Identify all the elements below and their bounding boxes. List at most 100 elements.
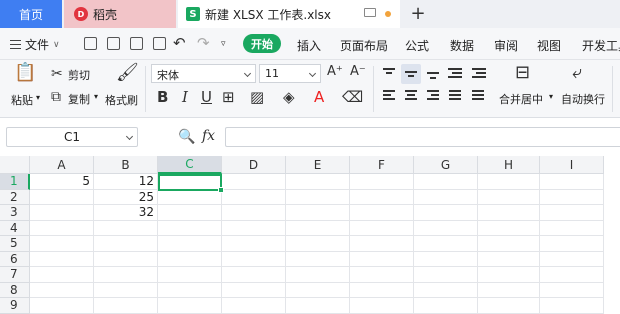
menu-start[interactable]: 开始 [243, 34, 281, 53]
cell-B1[interactable]: 12 [94, 174, 158, 190]
row-header-7[interactable]: 7 [0, 267, 30, 283]
eraser-icon[interactable]: ⌫ [342, 90, 363, 105]
column-header-D[interactable]: D [222, 156, 286, 174]
cell-H4[interactable] [478, 220, 540, 236]
cell-A6[interactable] [30, 251, 94, 267]
cell-C5[interactable] [158, 236, 222, 252]
row-header-9[interactable]: 9 [0, 298, 30, 314]
row-header-3[interactable]: 3 [0, 205, 30, 221]
monitor-icon[interactable] [364, 8, 376, 17]
cell-F3[interactable] [350, 205, 414, 221]
cell-A1[interactable]: 5 [30, 174, 94, 190]
cell-style-icon[interactable]: ▨ [250, 90, 264, 105]
row-header-4[interactable]: 4 [0, 220, 30, 236]
cell-E8[interactable] [286, 282, 350, 298]
cell-F1[interactable] [350, 174, 414, 190]
cell-G1[interactable] [414, 174, 478, 190]
copy-dropdown-icon[interactable]: ▾ [94, 92, 98, 101]
cell-I1[interactable] [540, 174, 604, 190]
format-painter-icon[interactable]: 🖌 [116, 64, 139, 82]
fx-icon[interactable]: fx [202, 129, 215, 143]
cell-I8[interactable] [540, 282, 604, 298]
cell-B4[interactable] [94, 220, 158, 236]
cell-I6[interactable] [540, 251, 604, 267]
export-pdf-icon[interactable] [107, 37, 120, 50]
cell-D5[interactable] [222, 236, 286, 252]
cell-A4[interactable] [30, 220, 94, 236]
cell-F4[interactable] [350, 220, 414, 236]
cell-H9[interactable] [478, 298, 540, 314]
cell-A3[interactable] [30, 205, 94, 221]
cell-B3[interactable]: 32 [94, 205, 158, 221]
more-chevron-icon[interactable]: ▿ [221, 37, 226, 51]
cell-C2[interactable] [158, 189, 222, 205]
merge-center-icon[interactable]: ⊟ [515, 64, 530, 82]
cell-E4[interactable] [286, 220, 350, 236]
cell-G2[interactable] [414, 189, 478, 205]
cell-F5[interactable] [350, 236, 414, 252]
column-header-E[interactable]: E [286, 156, 350, 174]
scissors-icon[interactable]: ✂ [51, 67, 63, 81]
menu-developer[interactable]: 开发工具 [582, 37, 620, 54]
cell-E3[interactable] [286, 205, 350, 221]
italic-icon[interactable]: I [182, 90, 188, 105]
cell-I7[interactable] [540, 267, 604, 283]
row-header-6[interactable]: 6 [0, 251, 30, 267]
cell-I2[interactable] [540, 189, 604, 205]
cell-E9[interactable] [286, 298, 350, 314]
tab-daoke[interactable]: D 稻壳 [64, 0, 176, 28]
column-header-G[interactable]: G [414, 156, 478, 174]
cell-E5[interactable] [286, 236, 350, 252]
font-name-select[interactable]: 宋体 [151, 64, 256, 83]
format-painter-button[interactable]: 格式刷 [105, 92, 138, 108]
cell-C3[interactable] [158, 205, 222, 221]
cell-D7[interactable] [222, 267, 286, 283]
cell-H3[interactable] [478, 205, 540, 221]
cell-G9[interactable] [414, 298, 478, 314]
menu-formulas[interactable]: 公式 [405, 37, 429, 54]
name-box[interactable]: C1 [6, 127, 138, 147]
cell-B7[interactable] [94, 267, 158, 283]
cell-B5[interactable] [94, 236, 158, 252]
formula-input[interactable] [225, 127, 620, 147]
fill-handle[interactable] [218, 187, 224, 193]
cell-D9[interactable] [222, 298, 286, 314]
decrease-font-icon[interactable]: A⁻ [350, 65, 366, 79]
wrap-text-button[interactable]: 自动换行 [561, 91, 605, 107]
cell-A2[interactable] [30, 189, 94, 205]
row-header-5[interactable]: 5 [0, 236, 30, 252]
save-icon[interactable] [84, 37, 97, 50]
bold-icon[interactable]: B [157, 90, 168, 105]
print-icon[interactable] [130, 37, 143, 50]
cell-E1[interactable] [286, 174, 350, 190]
font-size-select[interactable]: 11 [259, 64, 321, 83]
fill-color-icon[interactable]: ◈ [283, 90, 295, 105]
cell-B2[interactable]: 25 [94, 189, 158, 205]
menu-view[interactable]: 视图 [537, 37, 561, 54]
column-header-C[interactable]: C [158, 156, 222, 174]
cell-G6[interactable] [414, 251, 478, 267]
copy-icon[interactable]: ⧉ [51, 90, 61, 104]
file-menu-button[interactable]: 文件 ∨ [10, 36, 60, 53]
cell-D1[interactable] [222, 174, 286, 190]
cell-C9[interactable] [158, 298, 222, 314]
cell-D6[interactable] [222, 251, 286, 267]
cell-B8[interactable] [94, 282, 158, 298]
cell-A7[interactable] [30, 267, 94, 283]
row-header-8[interactable]: 8 [0, 282, 30, 298]
menu-insert[interactable]: 插入 [297, 37, 321, 54]
cell-D4[interactable] [222, 220, 286, 236]
cell-B6[interactable] [94, 251, 158, 267]
merge-dropdown-icon[interactable]: ▾ [549, 92, 553, 101]
cell-F2[interactable] [350, 189, 414, 205]
copy-button[interactable]: 复制 [68, 91, 90, 107]
cell-A8[interactable] [30, 282, 94, 298]
cell-I9[interactable] [540, 298, 604, 314]
row-header-2[interactable]: 2 [0, 189, 30, 205]
row-header-1[interactable]: 1 [0, 174, 30, 190]
cell-E6[interactable] [286, 251, 350, 267]
column-header-F[interactable]: F [350, 156, 414, 174]
cell-I4[interactable] [540, 220, 604, 236]
paste-dropdown-icon[interactable]: ▾ [36, 93, 40, 102]
cell-G5[interactable] [414, 236, 478, 252]
